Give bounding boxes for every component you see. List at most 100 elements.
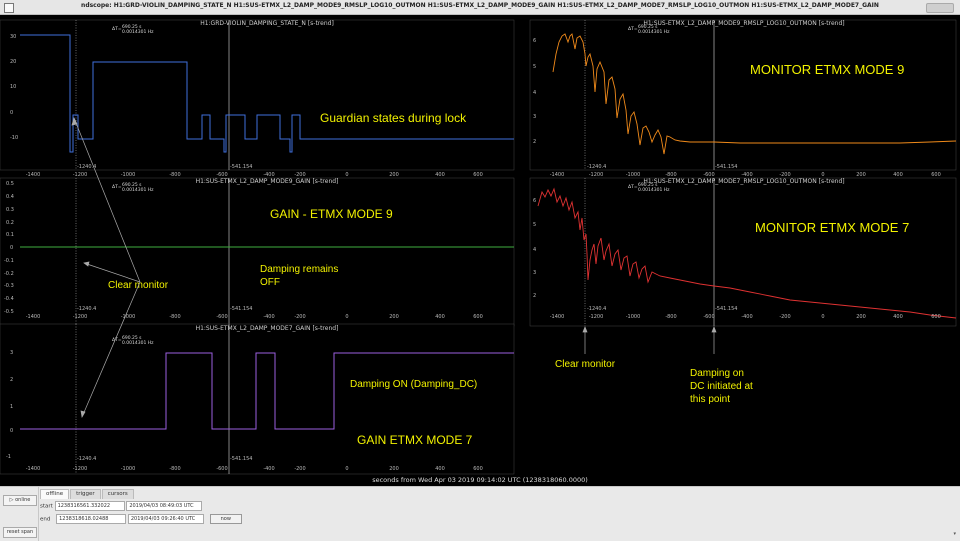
x-tick-label: -600	[216, 314, 227, 320]
x-tick-label: -1400	[26, 314, 41, 320]
x-tick-label: -1000	[626, 172, 641, 178]
right-annotation-arrows	[582, 326, 717, 354]
x-tick-label: -1400	[26, 466, 41, 472]
now-button[interactable]: now	[209, 514, 242, 524]
x-tick-label: 400	[893, 314, 903, 320]
y-tick-label: 3	[10, 350, 13, 356]
cursor-1-label: -1240.4	[587, 306, 606, 312]
y-tick-label: 30	[10, 34, 16, 40]
x-tick-label: 400	[435, 172, 445, 178]
x-tick-label: 0	[345, 466, 348, 472]
end-row: end 1238318618.02488 2019/04/03 09:26:40…	[40, 514, 242, 524]
y-tick-label: -0.2	[4, 271, 14, 277]
y-tick-label: 3	[533, 270, 536, 276]
y-tick-label: 0	[10, 110, 13, 116]
cursor-1-label: -1240.4	[77, 306, 96, 312]
delta-f-value: 0.0014301 Hz	[122, 29, 154, 35]
cursor-2-label: -541.154	[715, 306, 737, 312]
tab-offline[interactable]: offline	[40, 489, 70, 499]
annotation-monitor9: MONITOR ETMX MODE 9	[750, 62, 904, 77]
plot-mode9-gain[interactable]: H1:SUS-ETMX_L2_DAMP_MODE9_GAIN [s-trend]…	[0, 177, 515, 327]
cursor-1-label: -1240.4	[587, 164, 606, 170]
y-tick-label: 0	[10, 428, 13, 434]
y-tick-label: -0.3	[4, 283, 14, 289]
end-utc-field[interactable]: 2019/04/03 09:26:40 UTC	[127, 514, 204, 524]
annotation-damping-dc-1: Damping on	[690, 368, 744, 379]
y-tick-label: -0.1	[4, 258, 14, 264]
plot-mode9-monitor[interactable]: H1:SUS-ETMX_L2_DAMP_MODE9_RMSLP_LOG10_OU…	[529, 19, 957, 171]
x-tick-label: -400	[263, 466, 274, 472]
plot-title: H1:SUS-ETMX_L2_DAMP_MODE7_RMSLP_LOG10_OU…	[643, 178, 844, 185]
x-tick-label: 200	[389, 172, 399, 178]
y-tick-label: 2	[10, 377, 13, 383]
x-tick-label: 400	[435, 466, 445, 472]
tab-trigger[interactable]: trigger	[70, 489, 101, 499]
tab-cursors[interactable]: cursors	[101, 489, 134, 499]
x-tick-label: -1200	[73, 172, 88, 178]
x-tick-label: 600	[931, 172, 941, 178]
y-tick-label: 6	[533, 198, 536, 204]
annotation-guardian: Guardian states during lock	[320, 111, 467, 125]
y-tick-label: -10	[10, 135, 18, 141]
x-tick-label: -1000	[121, 466, 136, 472]
x-tick-label: -200	[294, 314, 305, 320]
x-tick-label: -800	[169, 172, 180, 178]
window-controls-button[interactable]	[926, 3, 954, 13]
x-tick-label: -800	[665, 314, 676, 320]
online-button[interactable]: ▷ online	[3, 495, 37, 506]
x-tick-label: 0	[345, 172, 348, 178]
plot-title: H1:SUS-ETMX_L2_DAMP_MODE7_GAIN [s-trend]	[196, 325, 339, 332]
y-tick-label: 0.5	[6, 181, 14, 187]
cursor-1-label: -1240.4	[77, 456, 96, 462]
delta-f-value: 0.0014301 Hz	[122, 340, 154, 346]
x-tick-label: -800	[169, 466, 180, 472]
y-tick-label: 0.3	[6, 207, 14, 213]
x-tick-label: -1400	[550, 172, 565, 178]
plot-guardian-state[interactable]: H1:GRD-VIOLIN_DAMPING_STATE_N [s-trend] …	[0, 19, 515, 171]
x-tick-label: 400	[893, 172, 903, 178]
window-title-bar: ndscope: H1:GRD-VIOLIN_DAMPING_STATE_N H…	[0, 0, 960, 15]
x-tick-label: -400	[741, 314, 752, 320]
delta-t-label: ΔT=	[628, 184, 638, 190]
y-tick-label: 3	[533, 114, 536, 120]
plot-mode7-monitor[interactable]: H1:SUS-ETMX_L2_DAMP_MODE7_RMSLP_LOG10_OU…	[529, 177, 957, 327]
delta-f-value: 0.0014301 Hz	[638, 29, 670, 35]
reset-span-button[interactable]: reset span	[3, 527, 37, 538]
start-label: start	[40, 503, 53, 510]
y-tick-label: 0.1	[6, 232, 14, 238]
y-tick-label: 10	[10, 84, 16, 90]
cursor-2-label: -541.154	[715, 164, 737, 170]
x-tick-label: -800	[169, 314, 180, 320]
start-utc-field[interactable]: 2019/04/03 08:49:03 UTC	[126, 501, 203, 511]
delta-t-label: ΔT=	[112, 26, 122, 32]
y-tick-label: 1	[10, 404, 13, 410]
annotation-damping-on: Damping ON (Damping_DC)	[350, 379, 477, 390]
x-tick-label: 0	[345, 314, 348, 320]
chevron-down-icon[interactable]: ▾	[953, 531, 956, 537]
x-axis-label: seconds from Wed Apr 03 2019 09:14:02 UT…	[372, 476, 588, 484]
cursor-2-label: -541.154	[230, 164, 252, 170]
y-tick-label: 5	[533, 64, 536, 70]
annotation-damping-dc-2: DC initiated at	[690, 381, 753, 392]
end-gps-field[interactable]: 1238318618.02488	[56, 514, 127, 524]
x-tick-label: -1000	[121, 172, 136, 178]
x-tick-label: -200	[294, 466, 305, 472]
start-gps-field[interactable]: 1238316561.332022	[54, 501, 125, 511]
y-tick-label: -0.4	[4, 296, 14, 302]
y-tick-label: 4	[533, 247, 536, 253]
x-tick-label: -1000	[121, 314, 136, 320]
annotation-monitor7: MONITOR ETMX MODE 7	[755, 220, 909, 235]
y-tick-label: 0.4	[6, 194, 14, 200]
side-controls: ▷ online reset span	[0, 487, 39, 541]
plot-area[interactable]: H1:GRD-VIOLIN_DAMPING_STATE_N [s-trend] …	[0, 14, 960, 486]
plot-mode7-gain[interactable]: H1:SUS-ETMX_L2_DAMP_MODE7_GAIN [s-trend]…	[0, 323, 515, 475]
x-tick-label: -600	[703, 314, 714, 320]
plot-title: H1:SUS-ETMX_L2_DAMP_MODE9_GAIN [s-trend]	[196, 178, 339, 185]
y-tick-label: 6	[533, 38, 536, 44]
x-tick-label: 600	[473, 314, 483, 320]
start-row: start 1238316561.332022 2019/04/03 08:49…	[40, 501, 203, 511]
x-tick-label: -400	[263, 314, 274, 320]
x-tick-label: -200	[779, 314, 790, 320]
delta-t-label: ΔT=	[628, 26, 638, 32]
x-tick-label: 200	[389, 314, 399, 320]
